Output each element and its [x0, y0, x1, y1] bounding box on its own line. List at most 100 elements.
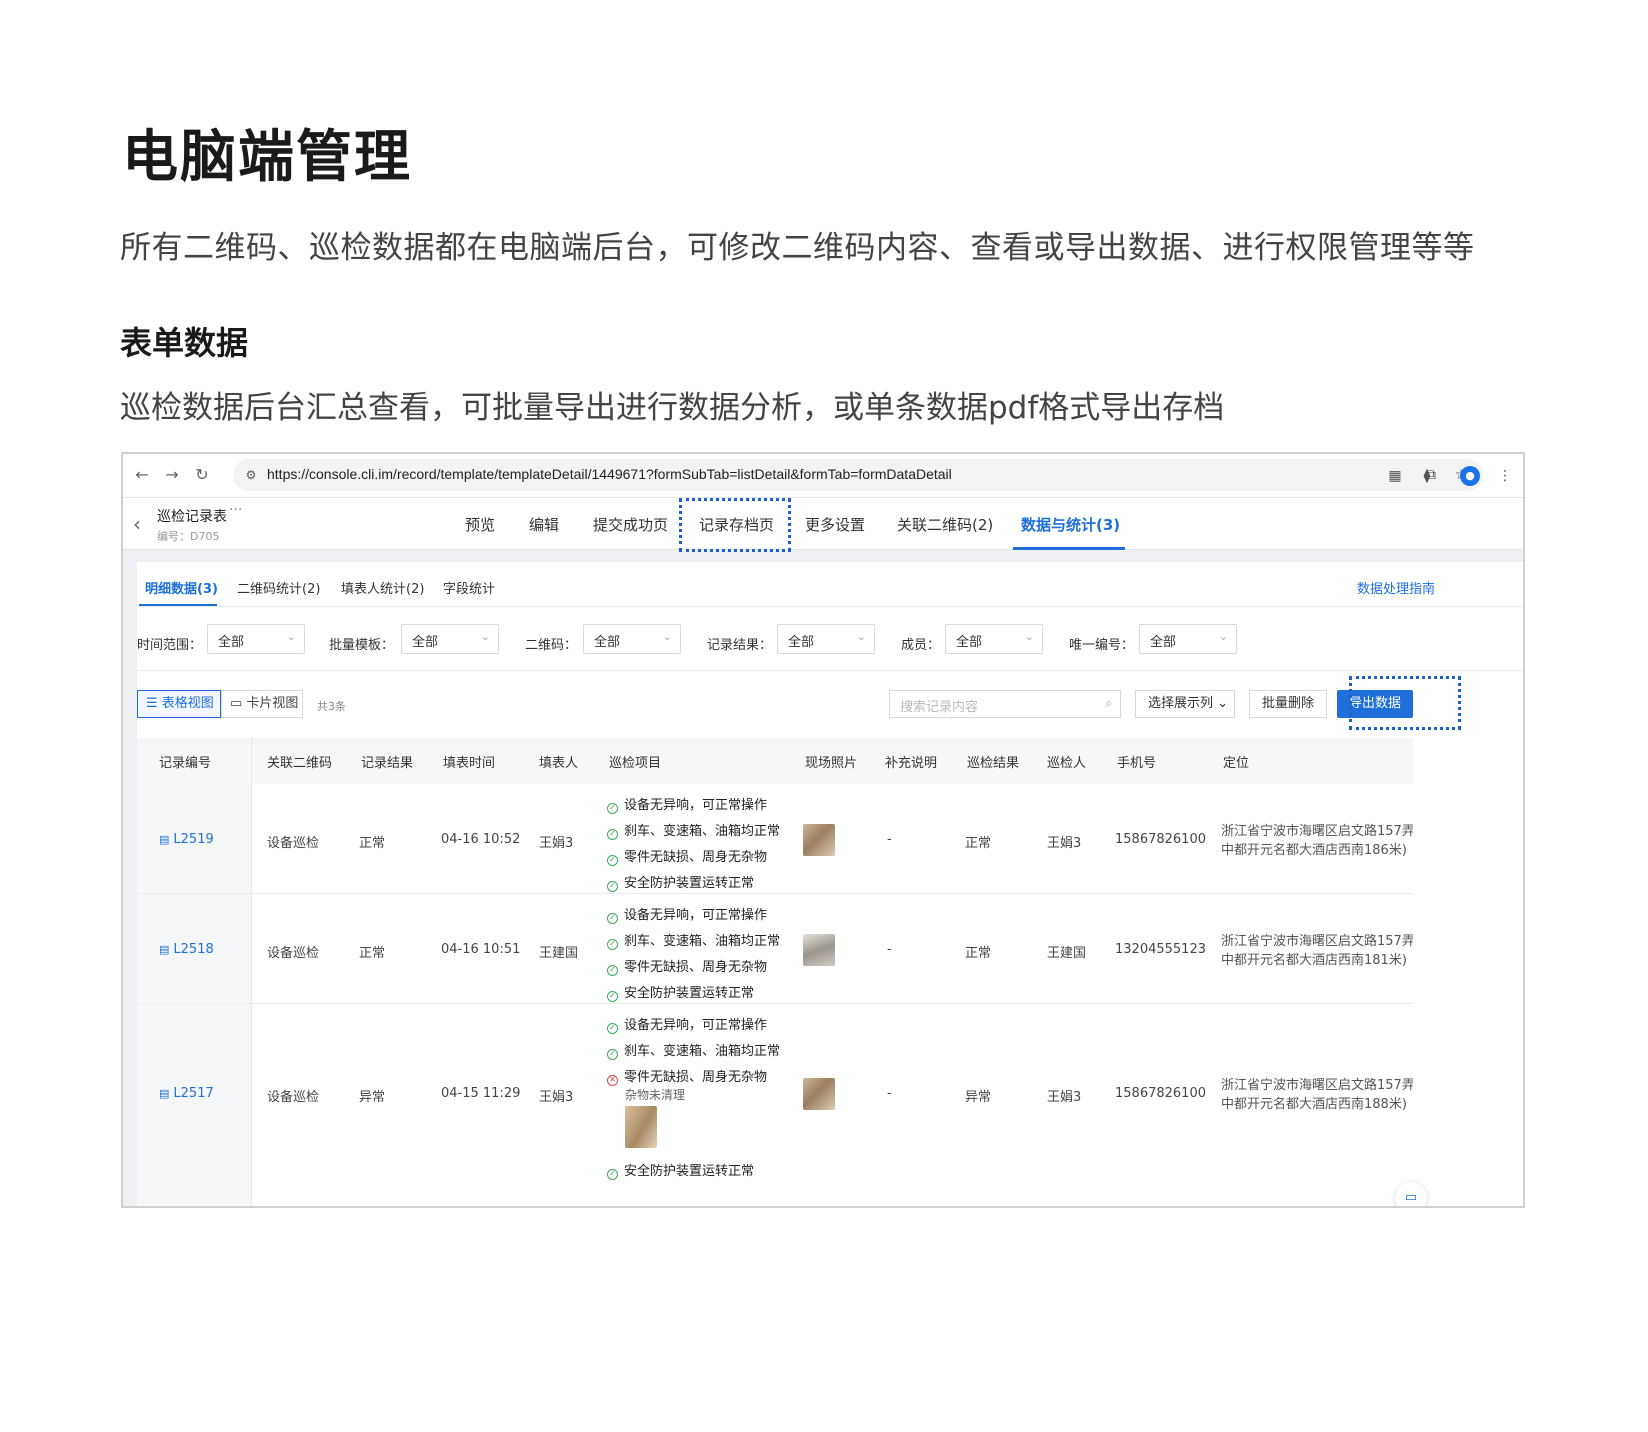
divider	[251, 738, 252, 1206]
site-photo-thumbnail[interactable]	[803, 934, 835, 966]
inspection-item: ✓ 安全防护装置运转正常	[607, 982, 754, 1002]
card-view-button[interactable]: ▭ 卡片视图	[221, 690, 303, 718]
forward-arrow-icon[interactable]: →	[161, 464, 183, 486]
cell-location: 浙江省宁波市海曙区启文路157弄(5	[1221, 934, 1413, 949]
table-view-button[interactable]: ☰ 表格视图	[137, 690, 221, 718]
extensions-icon[interactable]: ⧫	[1417, 466, 1437, 486]
item-photo-thumbnail[interactable]	[625, 1106, 657, 1148]
record-count: 共3条	[317, 700, 346, 713]
browser-window: ← → ↻ ⚙ https://console.cli.im/record/te…	[121, 452, 1525, 1208]
filter-result-select[interactable]: 全部 ⌄	[777, 624, 875, 654]
form-name: 巡检记录表	[157, 509, 227, 525]
table-cell	[137, 1004, 251, 1206]
check-circle-icon: ✓	[607, 829, 618, 840]
profile-avatar-icon[interactable]: ●	[1460, 466, 1480, 486]
tab-linked-qrcodes[interactable]: 关联二维码(2)	[897, 514, 993, 535]
check-circle-icon: ✓	[607, 913, 618, 924]
cell-result: 正常	[359, 946, 386, 961]
cell-result: 正常	[359, 836, 386, 851]
tab-data-stats[interactable]: 数据与统计(3)	[1021, 514, 1120, 535]
record-link[interactable]: ▤ L2517	[159, 1086, 214, 1101]
chevron-down-icon: ⌄	[1213, 696, 1229, 711]
tab-submit-page[interactable]: 提交成功页	[593, 514, 668, 535]
subtab-filler-stats[interactable]: 填表人统计(2)	[341, 578, 424, 597]
page-title: 电脑端管理	[122, 125, 412, 190]
error-circle-icon: ✕	[607, 1075, 618, 1086]
highlight-archive-tab	[679, 498, 791, 552]
app-header: ‹ 巡检记录表 ··· 编号：D705 预览 编辑 提交成功页 记录存档页 更多…	[123, 498, 1523, 550]
record-link[interactable]: ▤ L2518	[159, 942, 214, 957]
col-qrcode: 关联二维码	[267, 756, 333, 771]
filter-unique-id-select[interactable]: 全部 ⌄	[1139, 624, 1237, 654]
search-icon: ⌕	[1105, 696, 1112, 710]
item-label: 设备无异响，可正常操作	[624, 798, 768, 813]
cell-time: 04-16 10:52	[441, 832, 521, 847]
chevron-down-icon: ⌄	[1024, 630, 1034, 643]
site-photo-thumbnail[interactable]	[803, 824, 835, 856]
back-chevron-icon[interactable]: ‹	[133, 512, 141, 536]
chat-icon[interactable]: ▭	[1395, 1182, 1427, 1206]
filter-label-member: 成员：	[901, 638, 941, 653]
form-more-icon[interactable]: ···	[229, 502, 242, 518]
subtab-qrcode-stats[interactable]: 二维码统计(2)	[237, 578, 320, 597]
reload-icon[interactable]: ↻	[191, 464, 213, 486]
item-label: 设备无异响，可正常操作	[624, 908, 768, 923]
site-settings-icon[interactable]: ⚙	[241, 465, 261, 485]
filter-qrcode-select[interactable]: 全部 ⌄	[583, 624, 681, 654]
column-select-button[interactable]: 选择展示列 ⌄	[1135, 690, 1235, 718]
col-location: 定位	[1223, 756, 1250, 771]
cell-note: -	[887, 1086, 892, 1101]
check-circle-icon: ✓	[607, 881, 618, 892]
col-filler: 填表人	[539, 756, 579, 771]
item-label: 刹车、变速箱、油箱均正常	[624, 934, 781, 949]
highlight-export-button	[1349, 676, 1461, 730]
inspection-item: ✓ 零件无缺损、周身无杂物	[607, 956, 767, 976]
cell-result: 异常	[359, 1090, 386, 1105]
batch-delete-button[interactable]: 批量删除	[1249, 690, 1327, 718]
qr-extension-icon[interactable]: ▦	[1385, 466, 1405, 486]
check-circle-icon: ✓	[607, 991, 618, 1002]
record-id: L2519	[173, 832, 214, 847]
site-photo-thumbnail[interactable]	[803, 1078, 835, 1110]
cell-qrcode: 设备巡检	[267, 836, 320, 851]
col-photo: 现场照片	[805, 756, 858, 771]
filter-template-select[interactable]: 全部 ⌄	[401, 624, 499, 654]
inspection-item: ✓ 安全防护装置运转正常	[607, 1160, 754, 1180]
tab-edit[interactable]: 编辑	[529, 514, 559, 535]
subtab-field-stats[interactable]: 字段统计	[443, 578, 495, 597]
tab-preview[interactable]: 预览	[465, 514, 495, 535]
record-link[interactable]: ▤ L2519	[159, 832, 214, 847]
document-icon: ▤	[159, 943, 170, 956]
cell-filler: 王娟3	[539, 1090, 574, 1105]
filter-member-select[interactable]: 全部 ⌄	[945, 624, 1043, 654]
cell-filler: 王建国	[539, 946, 579, 961]
subtab-detail-data[interactable]: 明细数据(3)	[145, 578, 218, 597]
chevron-down-icon: ⌄	[662, 630, 672, 643]
filter-label-template: 批量模板：	[329, 638, 395, 653]
address-bar[interactable]: ⚙ https://console.cli.im/record/template…	[233, 459, 1483, 491]
item-label: 刹车、变速箱、油箱均正常	[624, 824, 781, 839]
search-input[interactable]: 搜索记录内容 ⌕	[889, 690, 1121, 718]
section-title: 表单数据	[120, 324, 249, 362]
data-guide-link[interactable]: 数据处理指南	[1357, 578, 1435, 597]
inspection-item: ✓ 安全防护装置运转正常	[607, 872, 754, 892]
cell-location: 浙江省宁波市海曙区启文路157弄(5	[1221, 1078, 1413, 1093]
more-menu-icon[interactable]: ⋮	[1495, 466, 1515, 486]
select-value: 全部	[412, 635, 439, 650]
cell-phone: 13204555123	[1115, 942, 1206, 957]
check-circle-icon: ✓	[607, 1049, 618, 1060]
item-label: 零件无缺损、周身无杂物	[624, 1070, 768, 1085]
back-arrow-icon[interactable]: ←	[131, 464, 153, 486]
cell-note: -	[887, 942, 892, 957]
item-label: 安全防护装置运转正常	[624, 876, 755, 891]
filter-label-time: 时间范围：	[137, 638, 203, 653]
cell-check-result: 异常	[965, 1090, 992, 1105]
col-note: 补充说明	[885, 756, 938, 771]
tab-more-settings[interactable]: 更多设置	[805, 514, 865, 535]
cell-qrcode: 设备巡检	[267, 946, 320, 961]
cell-location: 中都开元名都大酒店西南181米)	[1221, 953, 1407, 968]
check-circle-icon: ✓	[607, 939, 618, 950]
filter-label-qrcode: 二维码：	[525, 638, 578, 653]
filter-time-select[interactable]: 全部 ⌄	[207, 624, 305, 654]
url-text[interactable]: https://console.cli.im/record/template/t…	[267, 466, 952, 482]
